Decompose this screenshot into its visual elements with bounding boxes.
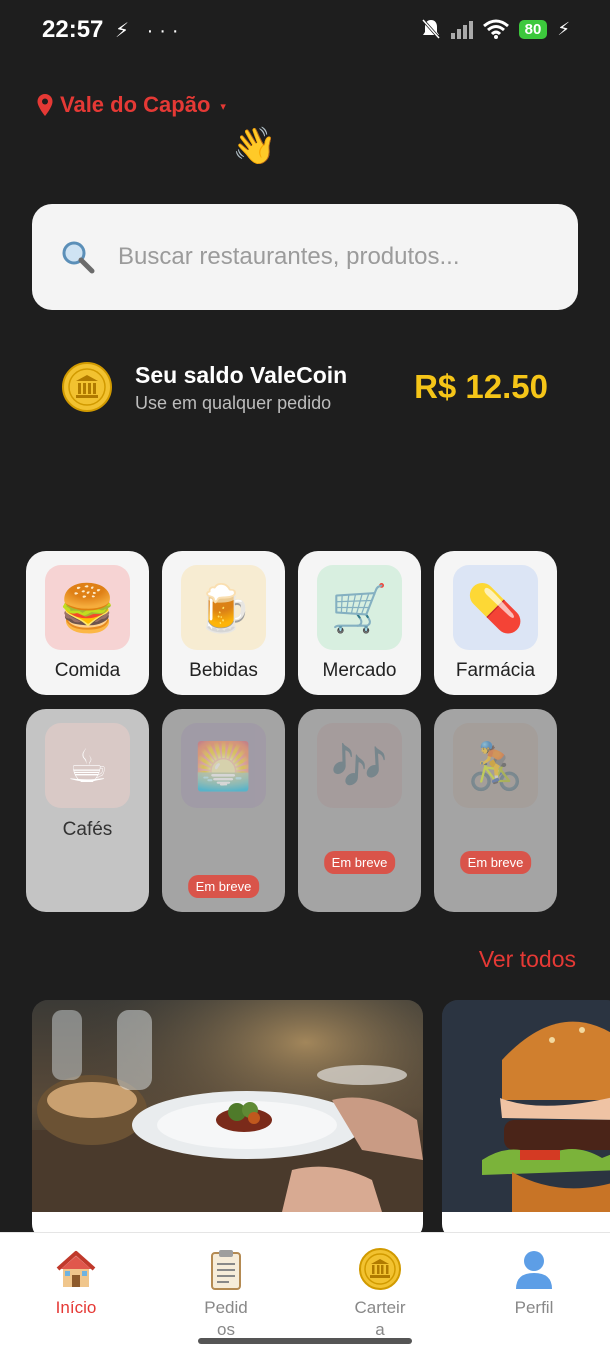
battery-indicator: 80 (518, 19, 548, 39)
nav-carteira[interactable]: Carteira (320, 1247, 440, 1341)
category-label: Mercado (322, 660, 397, 681)
coming-soon-badge: Em breve (459, 851, 532, 874)
waving-hand-icon: 👋 (232, 125, 277, 166)
category-label: Comida (54, 660, 121, 681)
coming-soon-badge: Em breve (187, 875, 260, 898)
burger-image (442, 1000, 610, 1212)
category-label: Bebidas (189, 660, 258, 681)
nav-label: Início (55, 1298, 97, 1317)
category-label: Farmácia (455, 660, 536, 681)
valecoin-balance-card[interactable]: Seu saldo ValeCoin Use em qualquer pedid… (32, 340, 578, 440)
see-all-link[interactable]: Ver todos (479, 946, 576, 973)
nav-label: Pedidos (204, 1298, 248, 1339)
coin-icon (62, 362, 112, 412)
wifi-icon (482, 19, 509, 39)
category-coming-soon-1: 🌅 Em breve (162, 709, 285, 912)
sunrise-icon: 🌅 (181, 723, 266, 808)
nav-label: Perfil (514, 1298, 554, 1317)
coffee-icon: ☕ (45, 723, 130, 808)
category-coming-soon-3: 🚴 Em breve (434, 709, 557, 912)
beer-icon: 🍺 (181, 565, 266, 650)
nav-pedidos[interactable]: Pedidos (166, 1247, 286, 1341)
wallet-amount: R$ 12.50 (414, 368, 548, 405)
coin-icon (359, 1248, 401, 1290)
burger-icon: 🍔 (45, 565, 130, 650)
search-icon (62, 241, 95, 274)
search-bar[interactable] (32, 204, 578, 310)
coming-soon-badge: Em breve (323, 851, 396, 874)
home-icon (56, 1251, 96, 1287)
wallet-subtitle: Use em qualquer pedido (135, 393, 332, 413)
home-indicator (198, 1338, 412, 1344)
category-comida[interactable]: 🍔 Comida (26, 551, 149, 695)
charging-icon: ⚡ (557, 18, 570, 39)
cyclist-icon: 🚴 (453, 723, 538, 808)
music-notes-icon: 🎶 (317, 723, 402, 808)
location-selector[interactable]: Vale do Capão ▾ (36, 92, 226, 118)
pin-icon (37, 94, 53, 116)
status-bar: 22:57 ⚡ ··· 80 ⚡ (0, 0, 610, 64)
shopping-cart-icon: 🛒 (317, 565, 402, 650)
category-coming-soon-2: 🎶 Em breve (298, 709, 421, 912)
status-notification-icons: ⚡ ··· (115, 20, 185, 42)
bell-muted-icon (421, 19, 440, 39)
category-mercado[interactable]: 🛒 Mercado (298, 551, 421, 695)
category-label: Cafés (62, 819, 113, 840)
restaurant-promo-card[interactable] (32, 1000, 423, 1240)
search-input[interactable] (118, 243, 538, 271)
nav-label: Carteira (354, 1298, 406, 1339)
status-right-group: 80 ⚡ (421, 18, 570, 40)
pill-icon: 💊 (453, 565, 538, 650)
nav-perfil[interactable]: Perfil (474, 1247, 594, 1319)
signal-icon (450, 19, 473, 39)
nav-inicio[interactable]: Início (16, 1247, 136, 1319)
location-label: Vale do Capão (60, 92, 211, 117)
burger-promo-card[interactable] (442, 1000, 610, 1240)
clipboard-icon (211, 1250, 241, 1290)
wallet-title: Seu saldo ValeCoin (135, 362, 348, 388)
chevron-down-icon: ▾ (220, 100, 226, 113)
category-farmacia[interactable]: 💊 Farmácia (434, 551, 557, 695)
category-cafes[interactable]: ☕ Cafés (26, 709, 149, 912)
user-icon (516, 1251, 552, 1289)
status-time: 22:57 (42, 16, 104, 43)
restaurant-dish-image (32, 1000, 423, 1212)
category-bebidas[interactable]: 🍺 Bebidas (162, 551, 285, 695)
